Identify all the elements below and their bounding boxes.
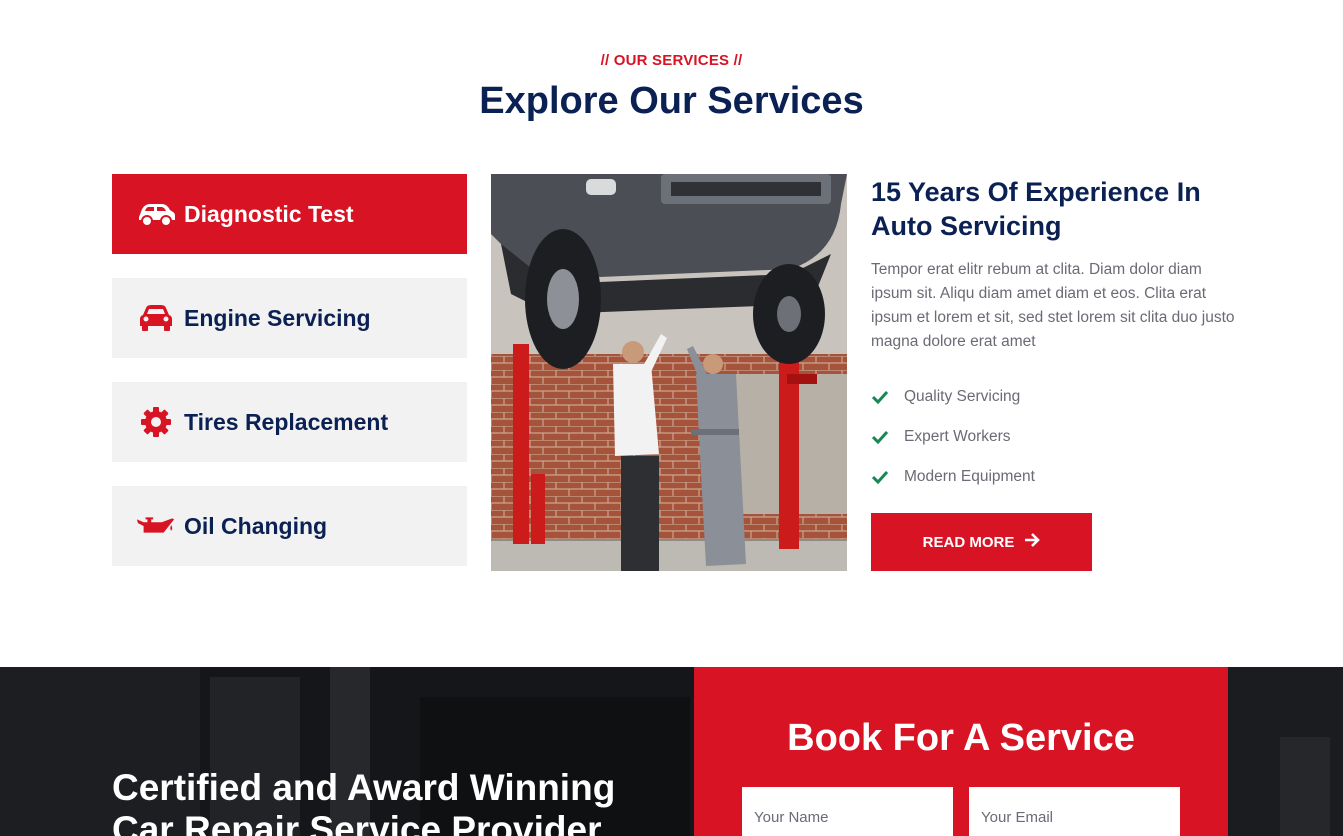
tab-oil-changing[interactable]: Oil Changing <box>112 486 467 566</box>
tab-label: Diagnostic Test <box>184 200 354 227</box>
tab-label: Engine Servicing <box>184 304 371 331</box>
service-photo <box>491 174 847 571</box>
name-field[interactable] <box>742 787 953 836</box>
list-item-label: Quality Servicing <box>904 388 1021 405</box>
cog-icon <box>136 407 176 437</box>
check-icon <box>871 468 889 486</box>
tab-tires-replacement[interactable]: Tires Replacement <box>112 382 467 462</box>
services-eyebrow: // OUR SERVICES // <box>600 52 743 69</box>
list-item: Expert Workers <box>871 417 1035 457</box>
booking-section: Certified and Award Winning Car Repair S… <box>0 667 1343 836</box>
oil-can-icon <box>136 511 176 541</box>
arrow-right-icon <box>1024 533 1041 551</box>
list-item-label: Modern Equipment <box>904 468 1035 485</box>
check-icon <box>871 388 889 406</box>
detail-text: Tempor erat elitr rebum at clita. Diam d… <box>871 261 1235 350</box>
booking-form: Book For A Service <box>694 667 1228 836</box>
detail-title: 15 Years Of Experience In Auto Servicing <box>871 177 1201 241</box>
check-icon <box>871 428 889 446</box>
booking-form-title: Book For A Service <box>787 717 1135 759</box>
services-title: Explore Our Services <box>479 80 864 122</box>
read-more-button[interactable]: READ MORE <box>871 513 1092 571</box>
car-side-icon <box>136 199 176 229</box>
list-item-label: Expert Workers <box>904 428 1011 445</box>
feature-list: Quality Servicing Expert Workers Modern … <box>871 377 1035 497</box>
read-more-label: READ MORE <box>922 533 1015 551</box>
tab-label: Tires Replacement <box>184 408 389 435</box>
list-item: Quality Servicing <box>871 377 1035 417</box>
car-front-icon <box>136 303 176 333</box>
tab-diagnostic-test[interactable]: Diagnostic Test <box>112 174 467 254</box>
tab-label: Oil Changing <box>184 512 328 539</box>
list-item: Modern Equipment <box>871 457 1035 497</box>
email-field[interactable] <box>969 787 1180 836</box>
booking-heading: Certified and Award Winning Car Repair S… <box>112 767 616 836</box>
tab-engine-servicing[interactable]: Engine Servicing <box>112 278 467 358</box>
